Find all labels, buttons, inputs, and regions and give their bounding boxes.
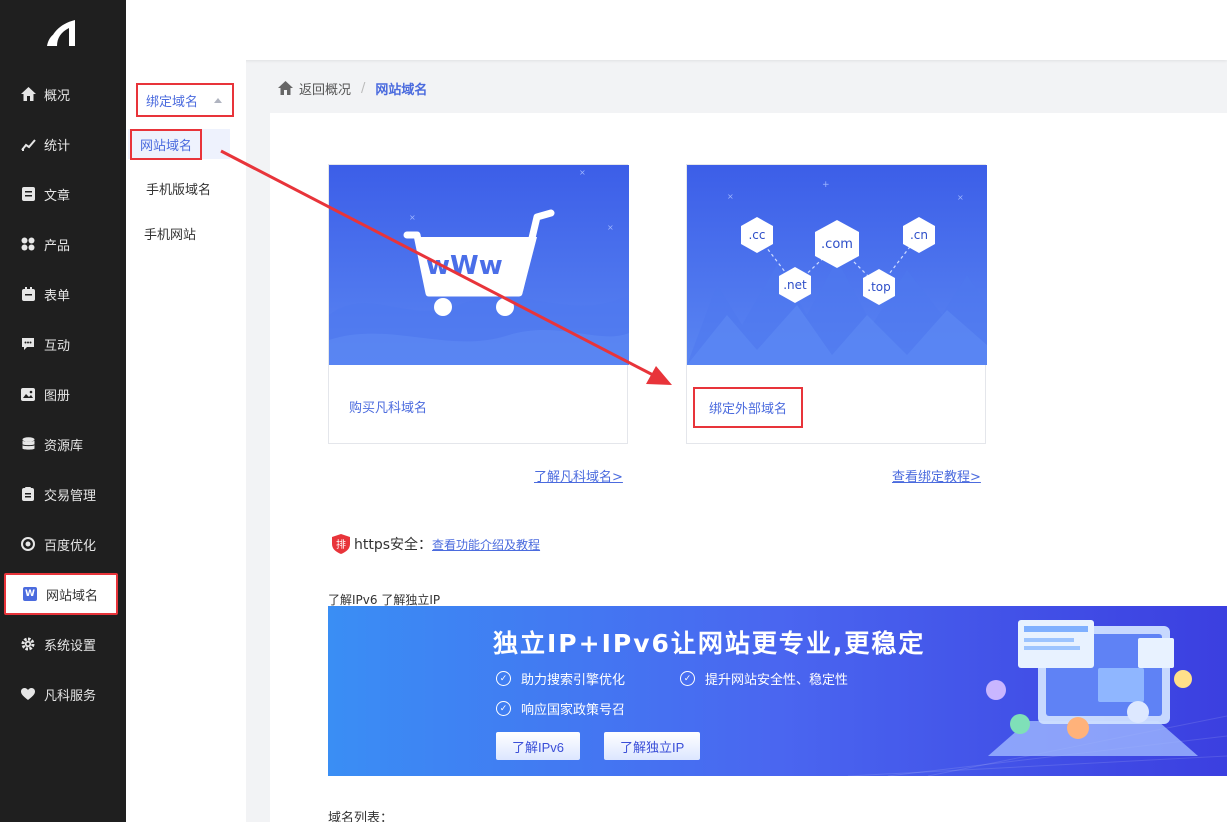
sidebar-item-service[interactable]: 凡科服务	[0, 669, 126, 719]
svg-text:×: ×	[607, 223, 614, 232]
product-icon	[20, 236, 36, 252]
buy-domain-card[interactable]: wWw × × × 购买凡科域名	[328, 164, 629, 444]
seo-icon	[20, 536, 36, 552]
bind-domain-label[interactable]: 绑定外部域名	[693, 387, 804, 428]
laptop-illustration	[986, 620, 1198, 756]
sidebar-item-trade[interactable]: 交易管理	[0, 469, 126, 519]
svg-text:.cc: .cc	[748, 228, 765, 242]
album-icon	[20, 386, 36, 402]
sidebar-item-settings[interactable]: 系统设置	[0, 619, 126, 669]
main-sidebar: 概况 统计 文章 产品 表单 互动 图册 资源库 交易管理 百度优化 W 网站域…	[0, 0, 126, 822]
learn-ipv6-button[interactable]: 了解IPv6	[496, 732, 581, 760]
bind-domain-card[interactable]: .cc .com .cn .net .top × + × 绑定外部域名	[686, 164, 987, 444]
https-title: https安全：	[354, 537, 433, 553]
chat-icon	[20, 336, 36, 352]
buy-domain-label[interactable]: 购买凡科域名	[349, 397, 427, 416]
ipv6-banner: 独立IP+IPv6让网站更专业,更稳定 ✓ 助力搜索引擎优化 ✓ 提升网站安全性…	[328, 606, 1227, 776]
svg-text:×: ×	[727, 192, 734, 201]
breadcrumb-current: 网站域名	[375, 82, 428, 98]
breadcrumb-back-link[interactable]: 返回概况	[299, 79, 351, 98]
database-icon	[20, 436, 36, 452]
home-icon[interactable]	[278, 81, 293, 95]
sidebar-item-products[interactable]: 产品	[0, 219, 126, 269]
subnav-item-website-domain[interactable]: 网站域名	[128, 128, 230, 160]
https-tutorial-link[interactable]: 查看功能介绍及教程	[432, 536, 540, 553]
sidebar-item-articles[interactable]: 文章	[0, 169, 126, 219]
sidebar-item-domain[interactable]: W 网站域名	[4, 573, 118, 615]
heart-icon	[20, 686, 36, 702]
sidebar-item-album[interactable]: 图册	[0, 369, 126, 419]
subnav-item-mobile-domain[interactable]: 手机版域名	[128, 173, 230, 203]
check-circle-icon: ✓	[496, 671, 511, 686]
breadcrumb-separator: /	[361, 80, 366, 96]
sidebar-item-stats[interactable]: 统计	[0, 119, 126, 169]
logo[interactable]	[0, 0, 126, 66]
svg-text:×: ×	[409, 213, 416, 222]
gear-icon	[20, 636, 36, 652]
check-circle-icon: ✓	[496, 701, 511, 716]
check-circle-icon: ✓	[680, 671, 695, 686]
chart-icon	[20, 136, 36, 152]
caret-up-icon	[214, 98, 222, 103]
ipv6-title: 独立IP+IPv6让网站更专业,更稳定	[493, 629, 926, 658]
learn-fanke-domain-link[interactable]: 了解凡科域名>	[534, 466, 623, 485]
sidebar-item-forms[interactable]: 表单	[0, 269, 126, 319]
trade-icon	[20, 486, 36, 502]
bind-domain-banner: .cc .com .cn .net .top × + ×	[687, 165, 987, 365]
svg-text:×: ×	[957, 193, 964, 202]
w-icon: W	[22, 586, 38, 602]
article-icon	[20, 186, 36, 202]
form-icon	[20, 286, 36, 302]
top-bar	[126, 0, 1227, 60]
domain-list-title: 域名列表：	[328, 811, 394, 822]
shield-icon: 排	[332, 534, 350, 554]
feature-seo: ✓ 助力搜索引擎优化	[496, 669, 625, 688]
https-security-row: 排 https安全： 查看功能介绍及教程	[332, 534, 540, 554]
view-bind-tutorial-link[interactable]: 查看绑定教程>	[892, 466, 981, 485]
svg-text:×: ×	[579, 168, 586, 177]
svg-text:.top: .top	[867, 280, 890, 294]
main-panel: wWw × × × 购买凡科域名 .cc .com .cn .net .top …	[270, 113, 1227, 822]
feature-policy: ✓ 响应国家政策号召	[496, 699, 625, 718]
svg-text:+: +	[822, 180, 830, 190]
sidebar-item-resources[interactable]: 资源库	[0, 419, 126, 469]
sail-logo-icon	[47, 20, 75, 46]
svg-text:.com: .com	[821, 237, 853, 252]
sidebar-item-seo[interactable]: 百度优化	[0, 519, 126, 569]
feature-security: ✓ 提升网站安全性、稳定性	[680, 669, 848, 688]
svg-text:.cn: .cn	[910, 228, 928, 242]
sidebar-item-interaction[interactable]: 互动	[0, 319, 126, 369]
svg-text:wWw: wWw	[426, 251, 503, 281]
learn-dedicated-ip-button[interactable]: 了解独立IP	[604, 732, 701, 760]
svg-text:排: 排	[336, 538, 346, 551]
home-icon	[20, 86, 36, 102]
sidebar-item-overview[interactable]: 概况	[0, 69, 126, 119]
subnav-item-mobile-site[interactable]: 手机网站	[126, 218, 228, 248]
subnav-group-bind-domain[interactable]: 绑定域名	[136, 83, 234, 117]
breadcrumb: 返回概况 / 网站域名	[278, 78, 427, 98]
buy-domain-banner: wWw × × ×	[329, 165, 629, 365]
svg-text:.net: .net	[783, 278, 807, 292]
